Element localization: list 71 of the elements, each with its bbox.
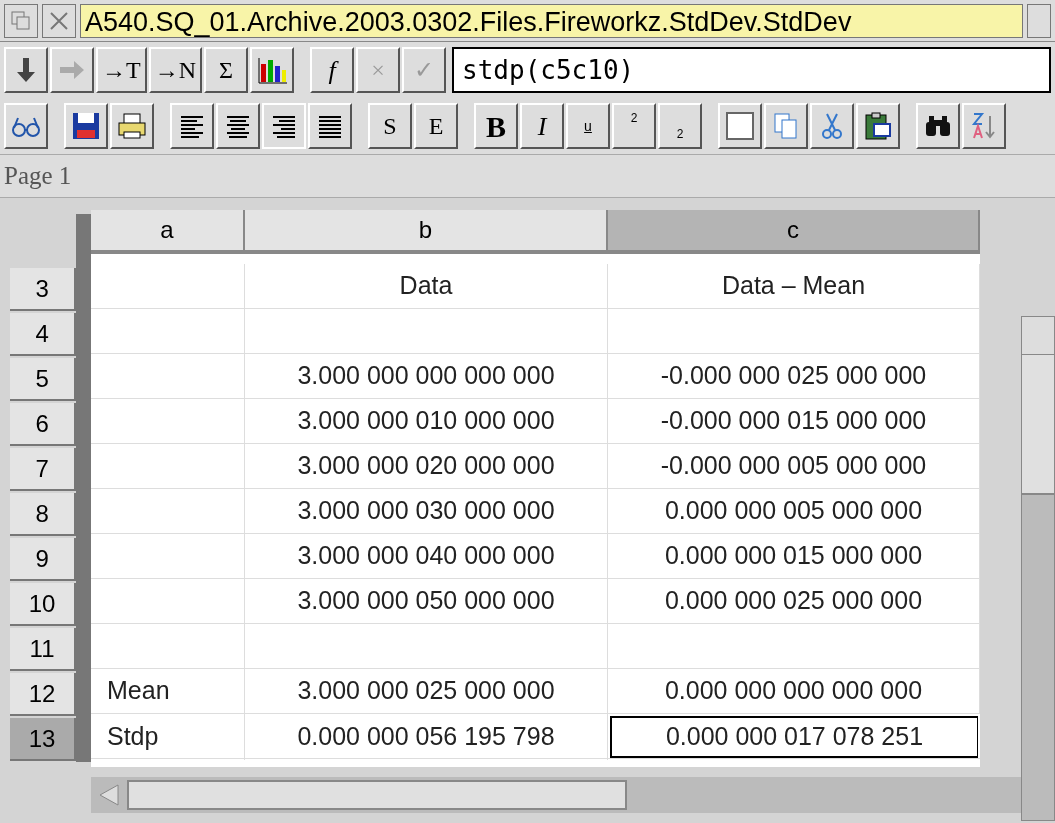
table-cell: 3.000 000 010 000 000: [245, 399, 608, 443]
table-cell: -0.000 000 015 000 000: [608, 399, 980, 443]
table-cell: 0.000 000 000 000 000: [608, 669, 980, 713]
toolbar-button[interactable]: I: [520, 103, 564, 149]
toolbar-button[interactable]: [962, 103, 1006, 149]
row-header[interactable]: 7: [10, 448, 77, 491]
table-cell: 3.000 000 020 000 000: [245, 444, 608, 488]
column-header[interactable]: b: [245, 210, 608, 254]
table-cell: -0.000 000 005 000 000: [608, 444, 980, 488]
toolbar-button[interactable]: S: [368, 103, 412, 149]
row-header[interactable]: 5: [10, 358, 77, 401]
toolbar-button[interactable]: u: [566, 103, 610, 149]
table-cell: 3.000 000 025 000 000: [245, 669, 608, 713]
table-cell: Data – Mean: [608, 264, 980, 308]
formula-field[interactable]: stdp(c5c10): [452, 47, 1051, 93]
table-cell: 3.000 000 050 000 000: [245, 579, 608, 623]
table-cell: 3.000 000 040 000 000: [245, 534, 608, 578]
page-label: Page 1: [4, 161, 72, 192]
close-icon[interactable]: [42, 3, 76, 38]
printer-icon: [116, 110, 148, 142]
table-cell: 3.000 000 030 000 000: [245, 489, 608, 533]
row-header[interactable]: 3: [10, 268, 77, 311]
toolbar-button[interactable]: 2: [612, 103, 656, 149]
table-cell: 0.000 000 005 000 000: [608, 489, 980, 533]
table-cell: 0.000 000 017 078 251: [610, 716, 978, 758]
toolbar-button[interactable]: 2: [658, 103, 702, 149]
table-cell: 0.000 000 015 000 000: [608, 534, 980, 578]
toolbar-button[interactable]: Σ: [204, 47, 248, 93]
toolbar-button[interactable]: [50, 47, 94, 93]
toolbar-button[interactable]: [4, 47, 48, 93]
border-box-icon: [724, 110, 756, 142]
table-cell: Stdp: [91, 714, 245, 760]
toolbar-button[interactable]: →N: [148, 47, 202, 93]
toolbar-button[interactable]: B: [474, 103, 518, 149]
column-header[interactable]: a: [91, 210, 245, 254]
row-header[interactable]: 6: [10, 403, 77, 446]
row-header[interactable]: 9: [10, 538, 77, 581]
row-header[interactable]: 13: [10, 718, 77, 761]
table-cell: 0.000 000 056 195 798: [245, 714, 608, 760]
window-title: A540.SQ_01.Archive.2003.0302.Files.Fireworkz.StdDev.StdDev: [80, 3, 1023, 38]
toolbar-button[interactable]: [308, 103, 352, 149]
toolbar-button[interactable]: E: [414, 103, 458, 149]
toolbar-button[interactable]: [856, 103, 900, 149]
back-icon[interactable]: [4, 3, 38, 38]
row-header[interactable]: 4: [10, 313, 77, 356]
vertical-scrollbar[interactable]: [1021, 316, 1055, 821]
clipboard-icon: [862, 110, 894, 142]
toolbar-button[interactable]: [262, 103, 306, 149]
table-cell: Mean: [91, 669, 245, 713]
row-header[interactable]: 12: [10, 673, 77, 716]
horizontal-scrollbar-thumb[interactable]: [127, 780, 627, 810]
toolbar-button[interactable]: [916, 103, 960, 149]
row-header[interactable]: 11: [10, 628, 77, 671]
toolbar-button[interactable]: [110, 103, 154, 149]
toolbar-button[interactable]: [764, 103, 808, 149]
table-cell: Data: [245, 264, 608, 308]
table-cell: 3.000 000 000 000 000: [245, 354, 608, 398]
toolbar-button[interactable]: [4, 103, 48, 149]
toolbar-button[interactable]: f: [310, 47, 354, 93]
toolbar-button[interactable]: [718, 103, 762, 149]
toolbar-button[interactable]: [250, 47, 294, 93]
toolbar-button[interactable]: [64, 103, 108, 149]
table-cell: 0.000 000 025 000 000: [608, 579, 980, 623]
table-cell: -0.000 000 025 000 000: [608, 354, 980, 398]
row-header[interactable]: 10: [10, 583, 77, 626]
toolbar-button[interactable]: →T: [96, 47, 147, 93]
row-header[interactable]: 8: [10, 493, 77, 536]
column-header[interactable]: c: [608, 210, 980, 254]
toolbar-button[interactable]: [810, 103, 854, 149]
toolbar-button[interactable]: [170, 103, 214, 149]
toolbar-button[interactable]: [216, 103, 260, 149]
